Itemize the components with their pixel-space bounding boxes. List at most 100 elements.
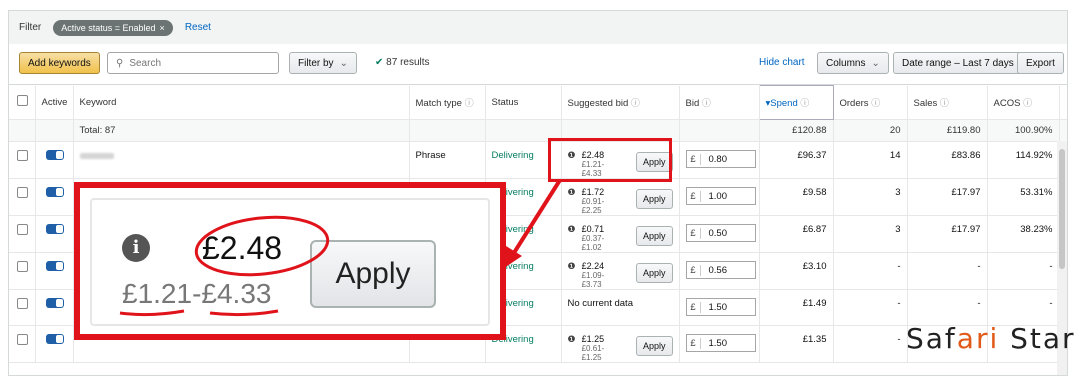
filter-by-button[interactable]: Filter by ⌄ bbox=[289, 52, 357, 74]
header-spend[interactable]: ▾Spend ⓘ bbox=[758, 85, 834, 120]
info-icon: ⓘ bbox=[871, 97, 881, 108]
row-active[interactable] bbox=[35, 325, 74, 363]
bid-input[interactable]: £1.50 bbox=[685, 298, 756, 316]
row-checkbox[interactable] bbox=[17, 334, 28, 345]
row-select[interactable] bbox=[9, 289, 36, 326]
total-orders: 20 bbox=[833, 119, 908, 142]
header-match-type[interactable]: Match type ⓘ bbox=[409, 85, 486, 120]
header-bid[interactable]: Bid ⓘ bbox=[679, 85, 760, 120]
sales-cell: - bbox=[907, 252, 988, 290]
zoom-inner: i £2.48 £1.21-£4.33 Apply bbox=[90, 198, 490, 326]
select-all-checkbox[interactable] bbox=[17, 95, 28, 107]
apply-button[interactable]: Apply bbox=[635, 189, 673, 209]
hide-chart-link[interactable]: Hide chart bbox=[759, 57, 805, 68]
active-toggle[interactable] bbox=[45, 334, 64, 344]
row-select[interactable] bbox=[9, 178, 36, 216]
active-toggle[interactable] bbox=[45, 187, 64, 197]
bid-input[interactable]: £0.56 bbox=[685, 261, 756, 279]
apply-button[interactable]: Apply bbox=[635, 226, 673, 246]
info-icon: ⓘ bbox=[464, 97, 474, 108]
row-active[interactable] bbox=[35, 141, 74, 179]
currency-label: £ bbox=[687, 190, 701, 202]
row-checkbox[interactable] bbox=[17, 298, 28, 309]
acos-cell: 114.92% bbox=[987, 141, 1060, 179]
active-toggle[interactable] bbox=[45, 150, 64, 160]
pill-label: Active status = Enabled bbox=[61, 22, 156, 33]
row-active[interactable] bbox=[35, 215, 74, 253]
spend-cell: £96.37 bbox=[759, 141, 834, 179]
row-select[interactable] bbox=[9, 325, 36, 363]
suggested-bid-cell: No current data bbox=[561, 289, 680, 326]
bid-value: 0.80 bbox=[708, 153, 728, 165]
row-checkbox[interactable] bbox=[17, 150, 28, 161]
total-row: Total: 87 £120.88 20 £119.80 100.90% bbox=[9, 119, 1067, 142]
orders-cell: - bbox=[833, 325, 908, 363]
scrollbar-thumb[interactable] bbox=[1059, 149, 1065, 269]
suggested-bid-price: £1.25 bbox=[581, 334, 605, 344]
row-select[interactable] bbox=[9, 252, 36, 290]
search-input[interactable] bbox=[129, 57, 260, 69]
header-status[interactable]: Status bbox=[485, 85, 562, 120]
header-suggested-bid[interactable]: Suggested bid ⓘ bbox=[561, 85, 680, 120]
info-icon: ❶ bbox=[567, 187, 576, 197]
active-toggle[interactable] bbox=[45, 224, 64, 234]
header-spend-label: Spend bbox=[770, 98, 798, 109]
filter-bar: Filter Active status = Enabled × Reset bbox=[8, 10, 1068, 44]
row-select[interactable] bbox=[9, 215, 36, 253]
bid-input[interactable]: £0.50 bbox=[685, 224, 756, 242]
export-button[interactable]: Export bbox=[1017, 52, 1064, 74]
reset-link[interactable]: Reset bbox=[185, 22, 211, 33]
row-select[interactable] bbox=[9, 141, 36, 179]
chevron-down-icon: ⌄ bbox=[871, 57, 880, 69]
bid-input[interactable]: £0.80 bbox=[685, 150, 756, 168]
header-sales[interactable]: Sales ⓘ bbox=[907, 85, 988, 120]
table-row: Phrase Delivering ❶ £2.48 £1.21-£4.33 Ap… bbox=[9, 141, 1067, 179]
active-toggle[interactable] bbox=[45, 261, 64, 271]
safari-star-logo: Safari Star bbox=[906, 322, 1076, 355]
close-icon[interactable]: × bbox=[160, 23, 165, 33]
header-orders[interactable]: Orders ⓘ bbox=[833, 85, 908, 120]
header-select-all[interactable] bbox=[9, 85, 36, 120]
chevron-down-icon: ⌄ bbox=[339, 57, 348, 69]
row-checkbox[interactable] bbox=[17, 224, 28, 235]
active-toggle[interactable] bbox=[45, 298, 64, 308]
active-status-pill[interactable]: Active status = Enabled × bbox=[53, 19, 173, 36]
row-active[interactable] bbox=[35, 289, 74, 326]
row-checkbox[interactable] bbox=[17, 187, 28, 198]
columns-button[interactable]: Columns ⌄ bbox=[817, 52, 889, 74]
add-keywords-button[interactable]: Add keywords bbox=[19, 52, 100, 74]
header-active: Active bbox=[35, 85, 74, 120]
info-icon: ❶ bbox=[567, 334, 576, 344]
orders-cell: - bbox=[833, 289, 908, 326]
spend-cell: £6.87 bbox=[759, 215, 834, 253]
row-active[interactable] bbox=[35, 178, 74, 216]
suggested-bid-highlight bbox=[548, 138, 672, 182]
bid-value: 0.50 bbox=[708, 227, 728, 239]
bid-cell: £1.00 bbox=[679, 178, 760, 216]
info-icon: ⓘ bbox=[1023, 97, 1033, 108]
zoom-annotation-marks bbox=[119, 215, 330, 317]
search-box[interactable]: ⚲ bbox=[107, 52, 279, 74]
apply-button[interactable]: Apply bbox=[635, 263, 673, 283]
toolbar: Add keywords ⚲ Filter by ⌄ ✔ 87 results … bbox=[8, 44, 1068, 84]
results-label: 87 results bbox=[386, 57, 430, 68]
suggested-bid-range: £0.37-£1.02 bbox=[581, 234, 605, 252]
check-icon: ✔ bbox=[375, 57, 384, 68]
bid-cell: £1.50 bbox=[679, 289, 760, 326]
suggested-bid-cell: ❶ £2.24 £1.09-£3.73 Apply bbox=[561, 252, 680, 290]
total-spend: £120.88 bbox=[759, 119, 834, 142]
suggested-bid-cell: ❶ £0.71 £0.37-£1.02 Apply bbox=[561, 215, 680, 253]
row-checkbox[interactable] bbox=[17, 261, 28, 272]
bid-input[interactable]: £1.00 bbox=[685, 187, 756, 205]
row-active[interactable] bbox=[35, 252, 74, 290]
keyword-cell bbox=[73, 141, 410, 179]
apply-button[interactable]: Apply bbox=[635, 336, 673, 356]
spend-cell: £1.35 bbox=[759, 325, 834, 363]
currency-label: £ bbox=[687, 153, 701, 165]
bid-input[interactable]: £1.50 bbox=[685, 334, 756, 352]
header-keyword[interactable]: Keyword bbox=[73, 85, 410, 120]
date-range-button[interactable]: Date range – Last 7 days bbox=[893, 52, 1023, 74]
header-acos[interactable]: ACOS ⓘ bbox=[987, 85, 1060, 120]
acos-cell: - bbox=[987, 252, 1060, 290]
header-sales-label: Sales bbox=[913, 97, 938, 109]
